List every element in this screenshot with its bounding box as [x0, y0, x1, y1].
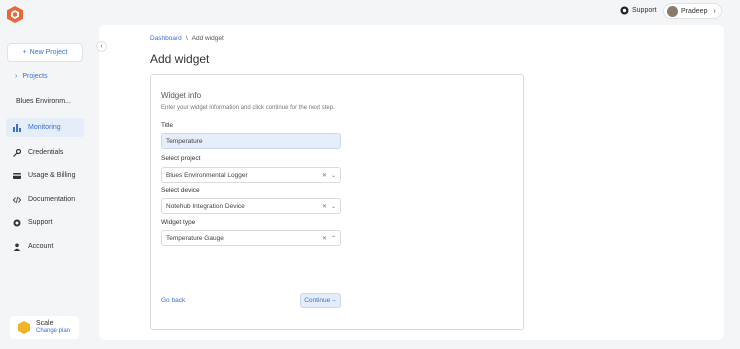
chevron-right-icon: › — [713, 7, 716, 15]
collapse-sidebar-button[interactable]: ‹ — [96, 41, 107, 52]
clear-icon[interactable]: ✕ — [322, 203, 327, 210]
widget-form-card: Widget info Enter your widget informatio… — [150, 74, 524, 330]
sidebar-item-label: Monitoring — [28, 124, 61, 131]
sidebar-item-credentials[interactable]: Credentials — [6, 143, 84, 162]
new-project-button[interactable]: + New Project — [7, 43, 83, 62]
lifebuoy-icon — [13, 219, 21, 226]
user-menu-button[interactable]: Pradeep › — [663, 3, 722, 19]
sidebar-item-label: Projects — [22, 73, 48, 80]
avatar — [667, 5, 678, 17]
app-logo-icon[interactable] — [7, 6, 23, 23]
go-back-link[interactable]: Go back — [161, 297, 185, 304]
breadcrumb-current: Add widget — [191, 35, 224, 42]
breadcrumb: Dashboard \ Add widget — [150, 35, 224, 42]
code-icon — [13, 196, 21, 203]
project-select-value: Blues Environmental Logger — [166, 171, 248, 179]
key-icon — [13, 148, 21, 157]
chevron-up-icon[interactable]: ⌃ — [331, 235, 336, 242]
user-icon — [13, 243, 21, 251]
sidebar-item-label: Documentation — [28, 196, 76, 203]
plus-icon: + — [22, 49, 27, 56]
sidebar-item-projects[interactable]: › Projects — [15, 73, 48, 80]
sidebar-item-label: Credentials — [28, 149, 64, 156]
breadcrumb-dashboard[interactable]: Dashboard — [150, 35, 182, 42]
project-select[interactable]: Blues Environmental Logger ✕ ⌄ — [161, 167, 341, 183]
form-title: Widget info — [161, 91, 202, 100]
lifebuoy-icon — [620, 6, 629, 15]
plan-card[interactable]: Scale Change plan — [10, 316, 79, 339]
bar-chart-icon — [13, 123, 21, 132]
user-name: Pradeep — [681, 7, 708, 15]
chevron-down-icon[interactable]: ⌄ — [331, 172, 336, 179]
sidebar-item-label: Usage & Billing — [28, 172, 76, 179]
sidebar-item-label: Support — [28, 219, 53, 226]
widget-type-select[interactable]: Temperature Gauge ✕ ⌃ — [161, 230, 341, 246]
sidebar-item-monitoring[interactable]: Monitoring — [6, 118, 84, 137]
support-label: Support — [632, 7, 657, 14]
title-label: Title — [161, 122, 174, 129]
device-select[interactable]: Notehub Integration Device ✕ ⌄ — [161, 198, 341, 214]
breadcrumb-separator: \ — [185, 35, 188, 42]
plan-name: Scale — [36, 320, 54, 327]
sidebar-item-label: Account — [28, 243, 54, 250]
chevron-down-icon[interactable]: ⌄ — [331, 203, 336, 210]
clear-icon[interactable]: ✕ — [322, 235, 327, 242]
change-plan-link[interactable]: Change plan — [36, 328, 70, 335]
title-input-value: Temperature — [166, 137, 203, 145]
device-label: Select device — [161, 187, 200, 194]
chevron-right-icon: › — [15, 73, 18, 80]
widget-type-label: Widget type — [161, 219, 196, 226]
continue-button[interactable]: Continue → — [300, 293, 341, 308]
continue-label: Continue — [304, 297, 331, 304]
widget-type-select-value: Temperature Gauge — [166, 234, 224, 242]
title-input[interactable]: Temperature — [161, 133, 341, 149]
sidebar-project-name[interactable]: Blues Environm... — [16, 98, 71, 105]
new-project-label: New Project — [29, 49, 68, 56]
device-select-value: Notehub Integration Device — [166, 202, 245, 210]
clear-icon[interactable]: ✕ — [322, 172, 327, 179]
arrow-right-icon: → — [330, 297, 337, 304]
project-label: Select project — [161, 155, 201, 162]
chevron-left-icon: ‹ — [100, 43, 103, 50]
sidebar-item-documentation[interactable]: Documentation — [6, 190, 84, 209]
form-description: Enter your widget information and click … — [161, 105, 335, 111]
credit-card-icon — [13, 172, 21, 179]
sidebar-item-support[interactable]: Support — [6, 213, 84, 232]
plan-badge-icon — [18, 321, 30, 334]
support-link[interactable]: Support — [620, 6, 657, 15]
page-title: Add widget — [150, 52, 210, 66]
sidebar-item-usage-billing[interactable]: Usage & Billing — [6, 166, 84, 185]
sidebar-item-account[interactable]: Account — [6, 237, 84, 256]
